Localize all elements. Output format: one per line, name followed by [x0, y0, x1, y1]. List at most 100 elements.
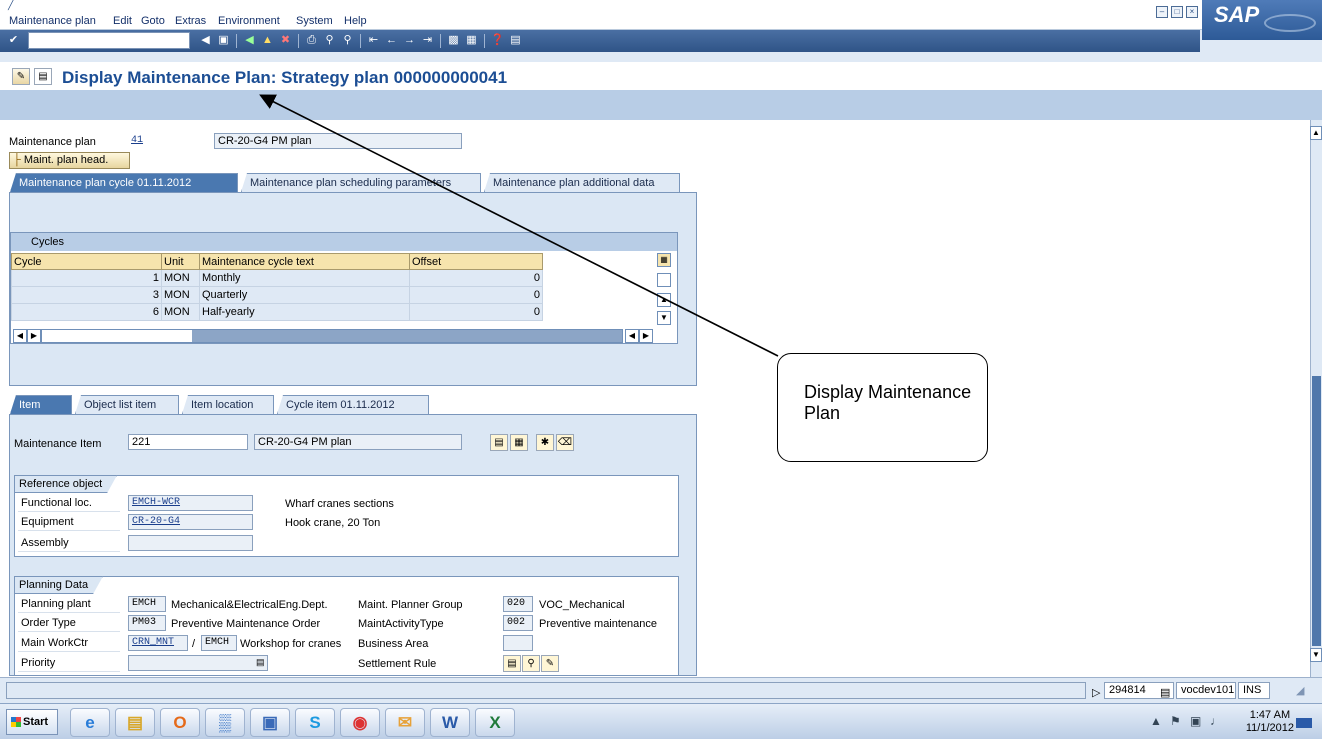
- exit-icon[interactable]: ▲: [260, 33, 275, 48]
- work-center-field[interactable]: CRN_MNT: [128, 635, 188, 651]
- table-scroll-left-icon[interactable]: ◀: [625, 329, 639, 343]
- last-page-icon[interactable]: ⇥: [420, 33, 435, 48]
- resize-grip-icon[interactable]: ◢: [1296, 684, 1304, 697]
- edit-text-icon[interactable]: ▦: [510, 434, 528, 451]
- settlement-edit-icon[interactable]: ✎: [541, 655, 559, 672]
- menu-maintenance-plan[interactable]: Maintenance plan: [9, 15, 96, 27]
- find-icon[interactable]: ⚲: [322, 33, 337, 48]
- maximize-icon[interactable]: □: [1171, 6, 1183, 18]
- input-mode[interactable]: INS: [1238, 682, 1270, 699]
- system-clock[interactable]: 1:47 AM 11/1/2012: [1246, 709, 1294, 735]
- priority-dropdown-icon[interactable]: ▤: [256, 657, 265, 668]
- scroll-up-icon[interactable]: ▲: [1310, 126, 1322, 140]
- menu-goto[interactable]: Goto: [141, 15, 165, 27]
- column-settings-icon[interactable]: ▦: [657, 253, 671, 267]
- tab-additional-data[interactable]: Maintenance plan additional data: [484, 173, 680, 192]
- col-offset[interactable]: Offset: [409, 253, 543, 270]
- menu-environment[interactable]: Environment: [218, 15, 280, 27]
- menu-edit[interactable]: Edit: [113, 15, 132, 27]
- tab-scheduling-parameters[interactable]: Maintenance plan scheduling parameters: [241, 173, 481, 192]
- table-row[interactable]: 1 MON Monthly 0: [11, 269, 543, 287]
- activity-type-field[interactable]: 002: [503, 615, 533, 631]
- word-icon[interactable]: W: [430, 708, 470, 737]
- new-session-icon[interactable]: ▩: [446, 33, 461, 48]
- volume-icon[interactable]: ♩: [1210, 714, 1222, 728]
- command-field[interactable]: [28, 32, 190, 49]
- next-page-icon[interactable]: →: [402, 33, 417, 48]
- display-change-icon[interactable]: ✎: [12, 68, 30, 85]
- planner-group-field[interactable]: 020: [503, 596, 533, 612]
- horizontal-scrollbar[interactable]: [41, 329, 623, 343]
- tab-item-location[interactable]: Item location: [182, 395, 274, 414]
- close-icon[interactable]: ×: [1186, 6, 1198, 18]
- scroll-up-icon[interactable]: ▲: [657, 293, 671, 307]
- cancel-icon[interactable]: ✖: [278, 33, 293, 48]
- select-all-icon[interactable]: [657, 273, 671, 287]
- tab-cycle-item[interactable]: Cycle item 01.11.2012: [277, 395, 429, 414]
- equipment-field[interactable]: CR-20-G4: [128, 514, 253, 530]
- session-info-icon[interactable]: ▤: [1160, 686, 1170, 699]
- network-icon[interactable]: ▣: [1190, 714, 1201, 728]
- scroll-right-icon[interactable]: ▶: [27, 329, 41, 343]
- tab-item[interactable]: Item: [10, 395, 72, 414]
- order-type-field[interactable]: PM03: [128, 615, 166, 631]
- tab-object-list-item[interactable]: Object list item: [75, 395, 179, 414]
- skype-icon[interactable]: S: [295, 708, 335, 737]
- excel-icon[interactable]: X: [475, 708, 515, 737]
- scroll-down-icon[interactable]: ▼: [657, 311, 671, 325]
- layout-icon[interactable]: ▤: [508, 33, 523, 48]
- remote-desktop-icon[interactable]: ▣: [250, 708, 290, 737]
- mail-icon[interactable]: ✉: [385, 708, 425, 737]
- chrome-icon[interactable]: ◉: [340, 708, 380, 737]
- action-center-flag-icon[interactable]: ⚑: [1170, 714, 1181, 728]
- dropdown-icon[interactable]: ▼: [176, 33, 191, 48]
- previous-page-icon[interactable]: ←: [384, 33, 399, 48]
- print-icon[interactable]: ⎙: [304, 33, 319, 48]
- file-explorer-icon[interactable]: ▤: [115, 708, 155, 737]
- internet-explorer-icon[interactable]: e: [70, 708, 110, 737]
- maint-plan-header-button[interactable]: ├ Maint. plan head.: [9, 152, 130, 169]
- tab-maintenance-plan-cycle[interactable]: Maintenance plan cycle 01.11.2012: [10, 173, 238, 192]
- business-area-field[interactable]: [503, 635, 533, 651]
- outlook-icon[interactable]: O: [160, 708, 200, 737]
- col-unit[interactable]: Unit: [161, 253, 200, 270]
- shortcut-icon[interactable]: ▦: [464, 33, 479, 48]
- settlement-display-icon[interactable]: ⚲: [522, 655, 540, 672]
- document-icon[interactable]: ▤: [34, 68, 52, 85]
- planning-plant-field[interactable]: EMCH: [128, 596, 166, 612]
- sap-logon-icon[interactable]: ▒: [205, 708, 245, 737]
- col-cycle-text[interactable]: Maintenance cycle text: [199, 253, 410, 270]
- first-page-icon[interactable]: ⇤: [366, 33, 381, 48]
- show-hidden-icons[interactable]: ▲: [1150, 714, 1162, 728]
- assembly-field[interactable]: [128, 535, 253, 551]
- find-next-icon[interactable]: ⚲: [340, 33, 355, 48]
- functional-location-field[interactable]: EMCH-WCR: [128, 495, 253, 511]
- enter-icon[interactable]: ✔: [6, 33, 21, 48]
- create-icon[interactable]: ✱: [536, 434, 554, 451]
- scroll-down-icon[interactable]: ▼: [1310, 648, 1322, 662]
- delete-icon[interactable]: ⌫: [556, 434, 574, 451]
- settlement-create-icon[interactable]: ▤: [503, 655, 521, 672]
- table-row[interactable]: 3 MON Quarterly 0: [11, 286, 543, 304]
- work-center-plant-field[interactable]: EMCH: [201, 635, 237, 651]
- priority-field[interactable]: [128, 655, 268, 671]
- vertical-scrollbar[interactable]: ▲ ▼: [1310, 120, 1322, 677]
- status-expand-icon[interactable]: ▷: [1092, 686, 1100, 699]
- scroll-left-icon[interactable]: ◀: [13, 329, 27, 343]
- back-icon[interactable]: ◀: [242, 33, 257, 48]
- help-icon[interactable]: ❓: [490, 33, 505, 48]
- maintenance-plan-number[interactable]: 41: [128, 134, 210, 150]
- menu-system[interactable]: System: [296, 15, 333, 27]
- show-desktop-icon[interactable]: [1296, 718, 1312, 728]
- start-button[interactable]: Start: [6, 709, 58, 735]
- scrollbar-thumb[interactable]: [1312, 376, 1321, 646]
- menu-help[interactable]: Help: [344, 15, 367, 27]
- minimize-icon[interactable]: –: [1156, 6, 1168, 18]
- long-text-icon[interactable]: ▤: [490, 434, 508, 451]
- table-row[interactable]: 6 MON Half-yearly 0: [11, 303, 543, 321]
- save-icon[interactable]: ▣: [216, 33, 231, 48]
- menu-extras[interactable]: Extras: [175, 15, 206, 27]
- table-scroll-right-icon[interactable]: ▶: [639, 329, 653, 343]
- back-history-icon[interactable]: ◀: [198, 33, 213, 48]
- col-cycle[interactable]: Cycle: [11, 253, 162, 270]
